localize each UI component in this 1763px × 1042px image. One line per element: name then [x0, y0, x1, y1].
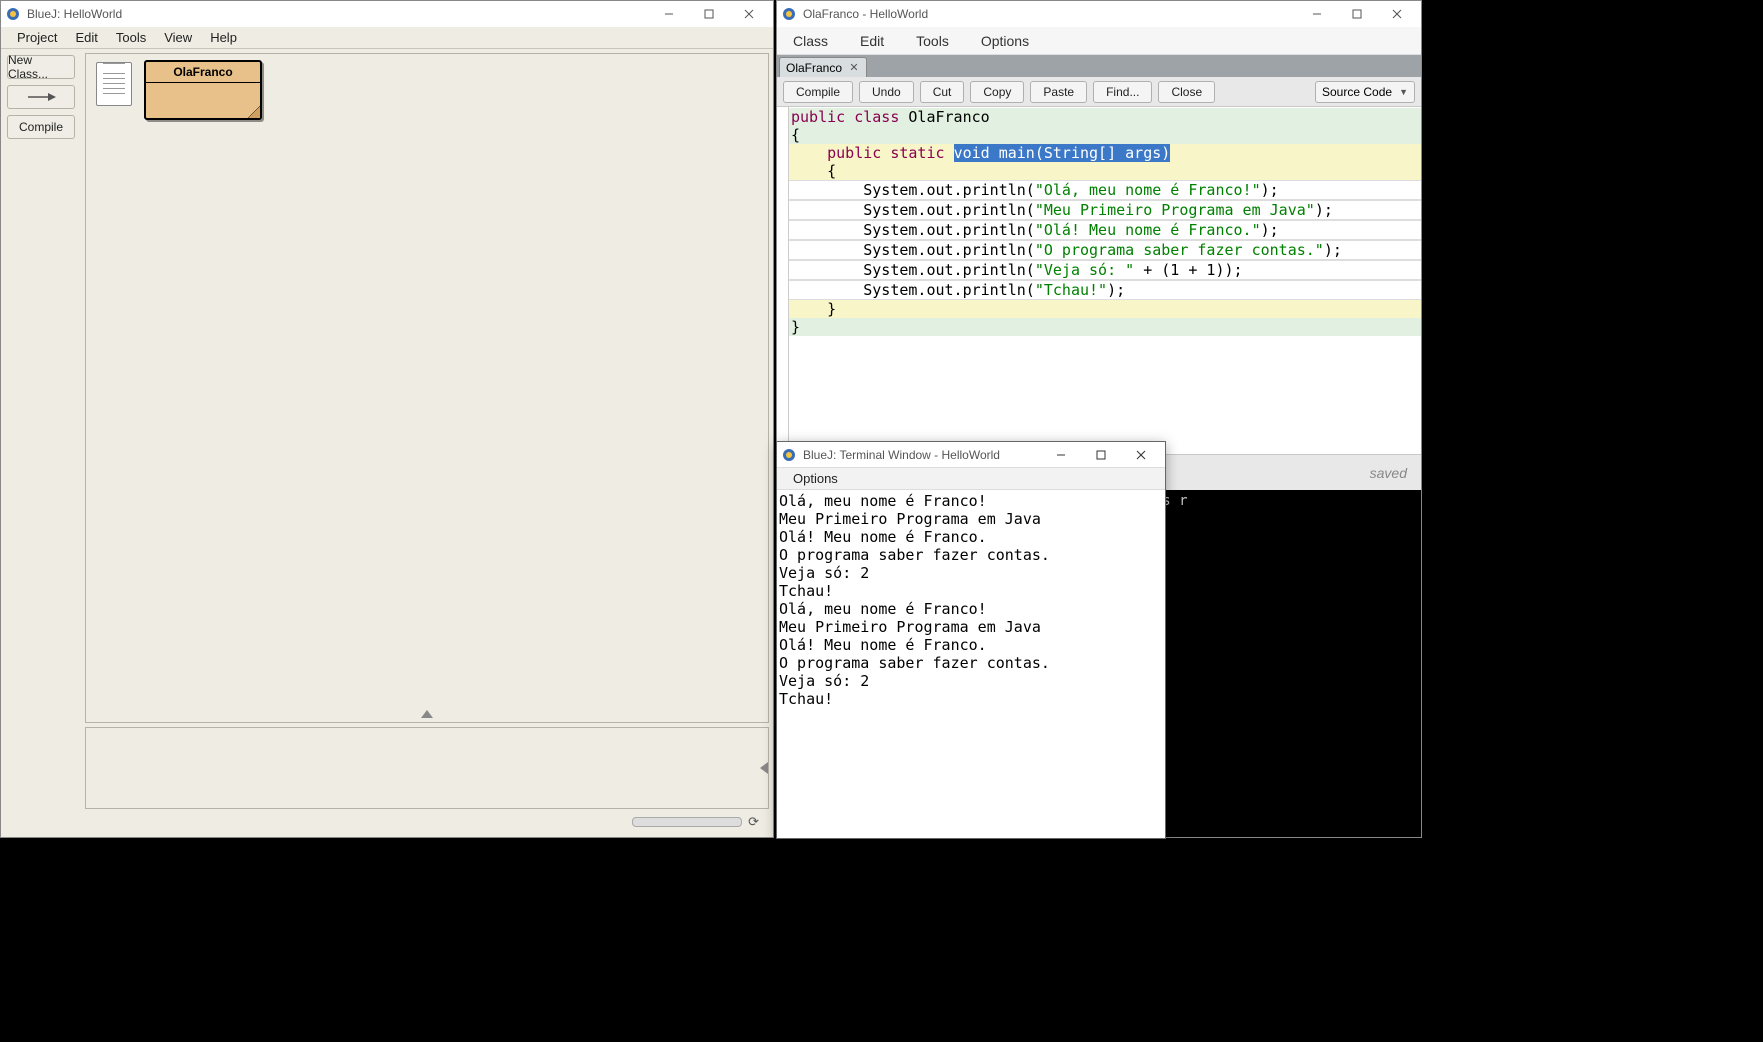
editor-toolbar: Compile Undo Cut Copy Paste Find... Clos…: [777, 77, 1421, 107]
code-line[interactable]: System.out.println("Meu Primeiro Program…: [789, 200, 1421, 220]
terminal-line: O programa saber fazer contas.: [779, 546, 1163, 564]
terminal-line: Tchau!: [779, 582, 1163, 600]
progress-bar: [632, 817, 742, 827]
saved-label: saved: [1370, 465, 1407, 481]
chevron-down-icon: ▼: [1399, 87, 1408, 97]
minimize-button[interactable]: [1041, 442, 1081, 468]
menu-project[interactable]: Project: [9, 28, 65, 47]
code-gutter: [777, 107, 789, 454]
editor-menubar: Class Edit Tools Options: [777, 27, 1421, 55]
tool-paste[interactable]: Paste: [1030, 81, 1087, 103]
refresh-icon[interactable]: ⟳: [748, 814, 759, 830]
tab-label: OlaFranco: [786, 61, 842, 75]
terminal-line: Olá! Meu nome é Franco.: [779, 528, 1163, 546]
terminal-output[interactable]: Olá, meu nome é Franco!Meu Primeiro Prog…: [777, 490, 1165, 838]
terminal-title: BlueJ: Terminal Window - HelloWorld: [803, 448, 1041, 462]
menu-help[interactable]: Help: [202, 28, 245, 47]
code-line[interactable]: System.out.println("Tchau!");: [789, 280, 1421, 300]
code-line[interactable]: {: [789, 126, 1421, 144]
tool-close[interactable]: Close: [1158, 81, 1215, 103]
minimize-button[interactable]: [649, 1, 689, 27]
tool-cut[interactable]: Cut: [920, 81, 965, 103]
terminal-menubar: Options: [777, 468, 1165, 490]
terminal-line: Olá, meu nome é Franco!: [779, 600, 1163, 618]
close-button[interactable]: [1377, 1, 1417, 27]
maximize-button[interactable]: [689, 1, 729, 27]
editor-window-controls: [1297, 1, 1417, 27]
left-toolbar: New Class... Compile: [1, 49, 81, 837]
editor-tabstrip: OlaFranco ✕: [777, 55, 1421, 77]
editor-title: OlaFranco - HelloWorld: [803, 7, 1297, 21]
class-diagram-canvas[interactable]: OlaFranco: [85, 53, 769, 723]
terminal-line: Meu Primeiro Programa em Java: [779, 618, 1163, 636]
inherit-arrow-button[interactable]: [7, 85, 75, 109]
code-line[interactable]: System.out.println("Olá! Meu nome é Fran…: [789, 220, 1421, 240]
main-titlebar[interactable]: BlueJ: HelloWorld: [1, 1, 773, 27]
emenu-edit[interactable]: Edit: [854, 29, 890, 53]
code-area[interactable]: public class OlaFranco { public static v…: [777, 107, 1421, 454]
code-line[interactable]: System.out.println("Olá, meu nome é Fran…: [789, 180, 1421, 200]
object-bench[interactable]: [85, 727, 769, 809]
code-line[interactable]: public static void main(String[] args): [789, 144, 1421, 162]
terminal-window: BlueJ: Terminal Window - HelloWorld Opti…: [776, 441, 1166, 839]
bluej-icon: [781, 447, 797, 463]
readme-icon[interactable]: [96, 62, 132, 106]
menu-view[interactable]: View: [156, 28, 200, 47]
main-statusbar: ⟳: [169, 813, 765, 831]
tool-undo[interactable]: Undo: [859, 81, 914, 103]
editor-titlebar[interactable]: OlaFranco - HelloWorld: [777, 1, 1421, 27]
bluej-icon: [781, 6, 797, 22]
code-line[interactable]: System.out.println("Veja só: " + (1 + 1)…: [789, 260, 1421, 280]
collapse-right-icon[interactable]: [760, 762, 768, 774]
tool-copy[interactable]: Copy: [970, 81, 1024, 103]
class-olafranco[interactable]: OlaFranco: [144, 60, 262, 120]
terminal-line: Meu Primeiro Programa em Java: [779, 510, 1163, 528]
tool-compile[interactable]: Compile: [783, 81, 853, 103]
tab-close-icon[interactable]: ✕: [848, 62, 860, 74]
emenu-class[interactable]: Class: [787, 29, 834, 53]
terminal-line: Veja só: 2: [779, 564, 1163, 582]
view-mode-select[interactable]: Source Code ▼: [1315, 81, 1415, 103]
view-mode-label: Source Code: [1322, 85, 1392, 99]
code-line[interactable]: System.out.println("O programa saber faz…: [789, 240, 1421, 260]
canvas-wrap: OlaFranco ⟳: [81, 49, 773, 837]
code-line[interactable]: }: [789, 300, 1421, 318]
terminal-line: Olá, meu nome é Franco!: [779, 492, 1163, 510]
menu-edit[interactable]: Edit: [67, 28, 105, 47]
close-button[interactable]: [1121, 442, 1161, 468]
expand-up-icon[interactable]: [421, 710, 433, 718]
menu-options[interactable]: Options: [785, 469, 846, 488]
terminal-line: Veja só: 2: [779, 672, 1163, 690]
emenu-tools[interactable]: Tools: [910, 29, 955, 53]
compile-button[interactable]: Compile: [7, 115, 75, 139]
terminal-window-controls: [1041, 442, 1161, 468]
code-line[interactable]: }: [789, 318, 1421, 336]
class-fold-corner: [248, 106, 260, 118]
menu-tools[interactable]: Tools: [108, 28, 154, 47]
terminal-line: O programa saber fazer contas.: [779, 654, 1163, 672]
main-window: BlueJ: HelloWorld Project Edit Tools Vie…: [0, 0, 774, 838]
tab-olafranco[interactable]: OlaFranco ✕: [779, 57, 867, 77]
main-body: New Class... Compile OlaFranco ⟳: [1, 49, 773, 837]
new-class-button[interactable]: New Class...: [7, 55, 75, 79]
maximize-button[interactable]: [1337, 1, 1377, 27]
minimize-button[interactable]: [1297, 1, 1337, 27]
maximize-button[interactable]: [1081, 442, 1121, 468]
code-line[interactable]: public class OlaFranco: [789, 108, 1421, 126]
tool-find[interactable]: Find...: [1093, 81, 1152, 103]
main-title: BlueJ: HelloWorld: [27, 7, 649, 21]
code-lines[interactable]: public class OlaFranco { public static v…: [789, 107, 1421, 454]
class-name-label: OlaFranco: [146, 62, 260, 83]
main-menubar: Project Edit Tools View Help: [1, 27, 773, 49]
terminal-titlebar[interactable]: BlueJ: Terminal Window - HelloWorld: [777, 442, 1165, 468]
code-line[interactable]: {: [789, 162, 1421, 180]
terminal-line: Olá! Meu nome é Franco.: [779, 636, 1163, 654]
bluej-icon: [5, 6, 21, 22]
emenu-options[interactable]: Options: [975, 29, 1035, 53]
main-window-controls: [649, 1, 769, 27]
terminal-line: Tchau!: [779, 690, 1163, 708]
close-button[interactable]: [729, 1, 769, 27]
